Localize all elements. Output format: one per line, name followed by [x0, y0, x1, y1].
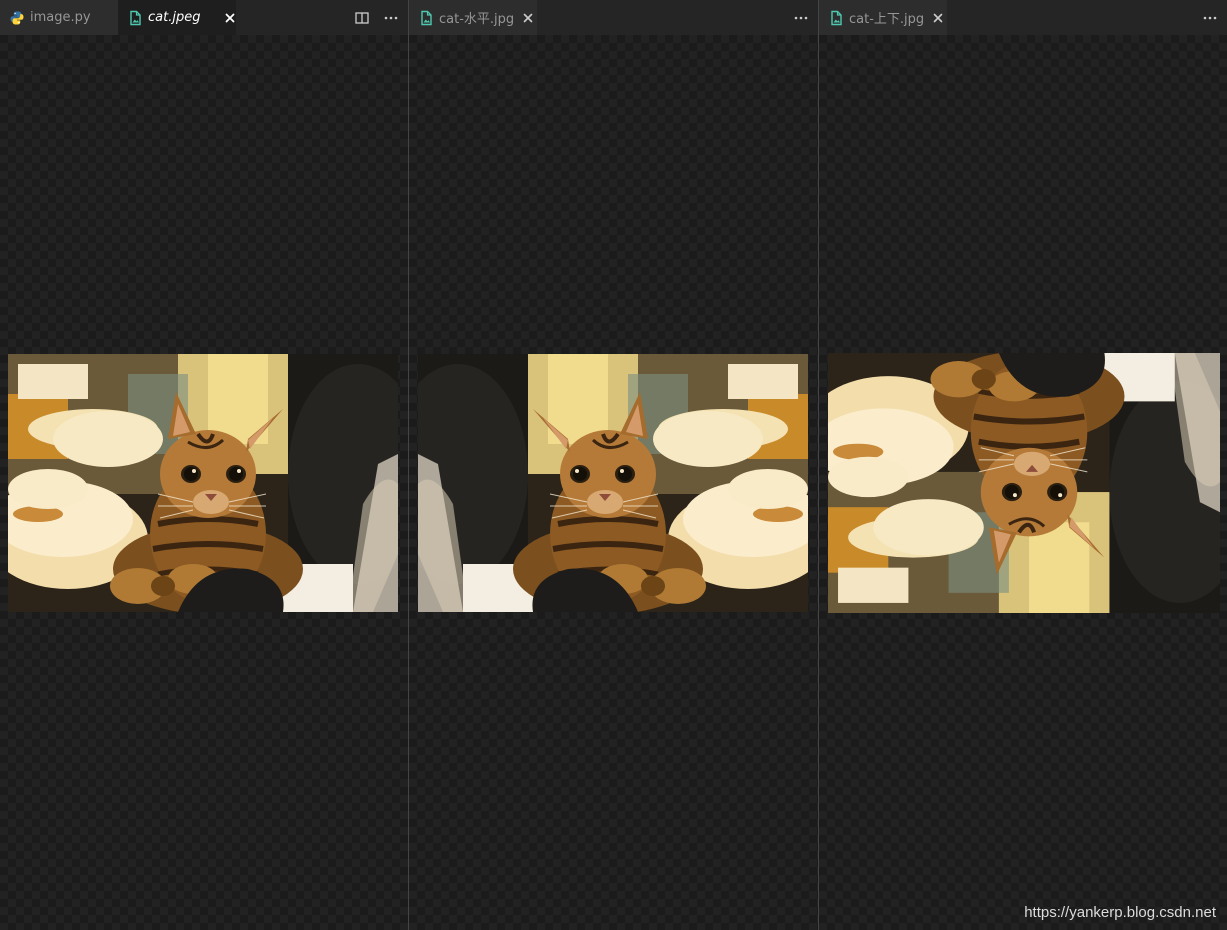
tab-label: image.py [30, 10, 91, 25]
cat-image-flipped-horizontal [418, 354, 808, 612]
tab-bar: image.py cat.jpeg [0, 0, 408, 35]
watermark: https://yankerp.blog.csdn.net [1024, 904, 1216, 921]
close-icon[interactable] [224, 10, 236, 26]
editor-group-1: image.py cat.jpeg [0, 0, 408, 930]
tab-label: cat.jpeg [148, 10, 201, 25]
close-icon[interactable] [520, 10, 536, 26]
editor-group-3: cat-上下.jpg [819, 0, 1227, 930]
tab-cat-vertical-jpg[interactable]: cat-上下.jpg [819, 0, 947, 35]
tab-cat-horizontal-jpg[interactable]: cat-水平.jpg [409, 0, 537, 35]
python-icon [9, 10, 25, 26]
tab-label: cat-上下.jpg [849, 12, 925, 27]
image-preview [0, 35, 408, 930]
editor-group-2: cat-水平.jpg [409, 0, 818, 930]
tab-bar: cat-水平.jpg [409, 0, 818, 35]
cat-image-flipped-vertical [828, 353, 1220, 613]
editor-area: image.py cat.jpeg cat-水平.jpg cat-上下.jpg … [0, 0, 1227, 930]
tab-image-py[interactable]: image.py [0, 0, 118, 35]
editor-actions [350, 0, 408, 35]
tab-cat-jpeg[interactable]: cat.jpeg [118, 0, 236, 35]
image-file-icon [828, 10, 844, 26]
cat-image [8, 354, 398, 612]
more-actions-icon[interactable] [789, 6, 813, 30]
more-actions-icon[interactable] [379, 6, 403, 30]
editor-actions [1198, 0, 1227, 35]
image-file-icon [127, 10, 143, 26]
close-icon[interactable] [930, 10, 946, 26]
tab-label: cat-水平.jpg [439, 12, 515, 27]
tab-bar: cat-上下.jpg [819, 0, 1227, 35]
image-preview [409, 35, 818, 930]
image-preview [819, 35, 1227, 930]
image-file-icon [418, 10, 434, 26]
editor-actions [789, 0, 818, 35]
more-actions-icon[interactable] [1198, 6, 1222, 30]
split-editor-icon[interactable] [350, 6, 374, 30]
